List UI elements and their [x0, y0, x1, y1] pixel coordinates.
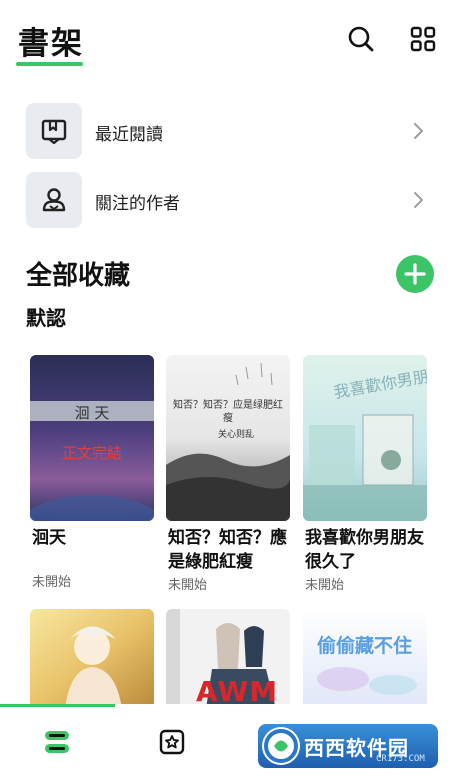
book-icon [26, 103, 82, 159]
book-status: 未開始 [305, 578, 345, 593]
chevron-right-icon [408, 119, 428, 143]
search-icon[interactable] [346, 24, 376, 54]
book-cover: AWM [166, 609, 290, 709]
app-header: 書架 [0, 0, 459, 80]
add-collection-button[interactable] [396, 255, 434, 293]
menu-label: 關注的作者 [95, 194, 180, 214]
bookshelf-icon[interactable] [37, 722, 77, 762]
menu-item-followed-authors[interactable]: 關注的作者 [0, 170, 459, 230]
cover-badge: 正文完結 [61, 444, 122, 462]
book-status: 未開始 [168, 578, 208, 593]
cover-title: 知否？知否？应是绿肥红瘦 [173, 400, 283, 424]
watermark-emblem [262, 727, 300, 765]
page-title: 書架 [18, 26, 84, 62]
book-title: 知否？知否？應是綠肥紅瘦 [168, 528, 287, 572]
plus-icon [404, 263, 426, 285]
book-cover: 偷偷藏不住 [303, 609, 427, 709]
grid-icon[interactable] [408, 24, 438, 54]
book-cover [30, 609, 154, 709]
book-title: 洄天 [32, 528, 66, 548]
book-cover: 我喜歡你男朋友 [303, 355, 427, 521]
cover-author: 关心则乱 [218, 430, 255, 440]
watermark-logo: 西西软件园 CR173.COM [258, 724, 438, 768]
discover-icon[interactable] [152, 722, 192, 762]
title-underline [16, 62, 83, 66]
cover-title: 偷偷藏不住 [317, 635, 413, 657]
cover-title: 洄 天 [74, 404, 110, 422]
watermark-sub: CR173.COM [376, 754, 425, 764]
book-status: 未開始 [32, 575, 72, 590]
book-title: 我喜歡你男朋友很久了 [305, 528, 424, 572]
book-cover: 知否？知否？应是绿肥红瘦 关心则乱 [166, 355, 290, 521]
chevron-right-icon [408, 188, 428, 212]
menu-item-recent-reading[interactable]: 最近閱讀 [0, 101, 459, 161]
menu-label: 最近閱讀 [95, 125, 163, 145]
nav-indicator [0, 704, 115, 707]
author-icon [26, 172, 82, 228]
group-title: 默認 [26, 306, 66, 330]
book-cover: 洄 天 正文完結 [30, 355, 154, 521]
section-title: 全部收藏 [26, 261, 131, 291]
